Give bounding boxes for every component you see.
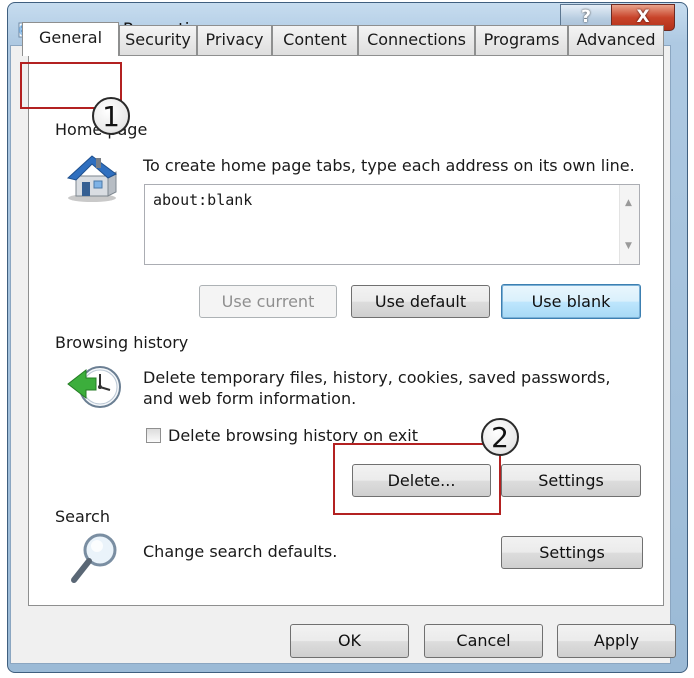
highlight-delete-button <box>333 443 501 515</box>
search-group-label: Search <box>55 507 110 526</box>
search-description: Change search defaults. <box>143 542 338 561</box>
tab-programs[interactable]: Programs <box>475 25 568 55</box>
use-blank-button[interactable]: Use blank <box>501 284 641 319</box>
tab-connections[interactable]: Connections <box>358 25 475 55</box>
house-icon <box>62 150 124 204</box>
group-divider <box>196 344 646 345</box>
tab-privacy[interactable]: Privacy <box>197 25 272 55</box>
use-current-button[interactable]: Use current <box>199 285 337 318</box>
home-page-instruction: To create home page tabs, type each addr… <box>143 156 635 175</box>
cancel-button[interactable]: Cancel <box>424 624 543 658</box>
group-divider <box>120 518 646 519</box>
tab-security[interactable]: Security <box>119 25 197 55</box>
delete-history-on-exit-checkbox[interactable] <box>146 428 161 443</box>
home-page-value: about:blank <box>153 191 253 209</box>
browsing-history-group-label: Browsing history <box>55 333 189 352</box>
browsing-history-settings-button[interactable]: Settings <box>501 464 641 497</box>
tab-content[interactable]: Content <box>272 25 358 55</box>
browsing-history-description-line1: Delete temporary files, history, cookies… <box>143 368 611 387</box>
magnifier-icon <box>68 530 122 586</box>
scroll-up-icon[interactable]: ▲ <box>625 198 632 208</box>
tab-general[interactable]: General <box>22 22 119 56</box>
browsing-history-description-line2: and web form information. <box>143 389 357 408</box>
textarea-scrollbar[interactable]: ▲ ▼ <box>619 185 639 264</box>
group-divider <box>150 131 646 132</box>
ok-button[interactable]: OK <box>290 624 409 658</box>
history-clock-icon <box>66 360 126 414</box>
step-1-marker: 1 <box>92 97 130 135</box>
search-settings-button[interactable]: Settings <box>501 536 643 569</box>
home-page-textarea[interactable]: about:blank ▲ ▼ <box>144 184 640 265</box>
tab-advanced[interactable]: Advanced <box>568 25 664 55</box>
step-2-marker: 2 <box>481 418 519 456</box>
scroll-down-icon[interactable]: ▼ <box>625 241 632 251</box>
apply-button[interactable]: Apply <box>557 624 676 658</box>
use-default-button[interactable]: Use default <box>351 285 490 318</box>
